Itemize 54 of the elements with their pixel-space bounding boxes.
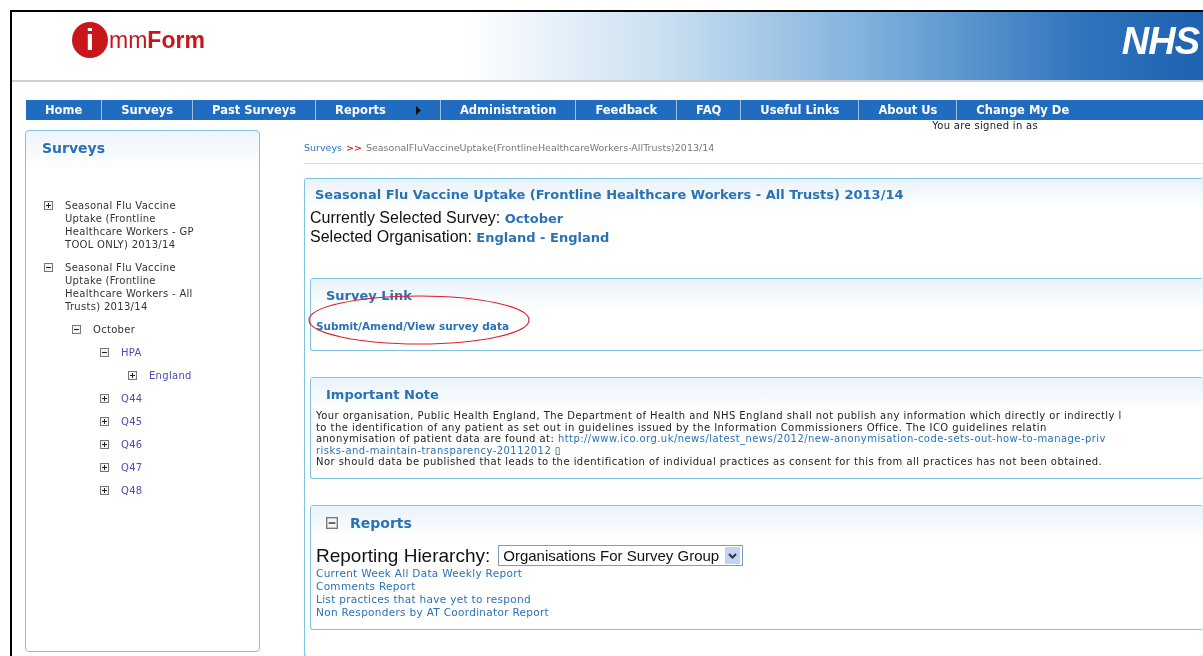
report-link[interactable]: Current Week All Data Weekly Report xyxy=(316,566,1198,580)
nav-item[interactable]: Past Surveys xyxy=(193,100,317,120)
nav-item[interactable]: Useful Links xyxy=(741,100,860,120)
tree-item[interactable]: Q45 xyxy=(121,415,143,428)
collapse-icon[interactable] xyxy=(44,263,53,272)
expand-icon[interactable] xyxy=(100,486,109,495)
note-text: Your organisation, Public Health England, The Department of Health and NHS England shall not publish any information which directly or indirectly l xyxy=(316,410,1123,422)
selected-survey-text: Currently Selected Survey: October xyxy=(310,208,565,227)
immform-logo: i mmForm xyxy=(72,22,205,58)
collapse-icon[interactable] xyxy=(100,348,109,357)
tree-item[interactable]: Q48 xyxy=(121,484,143,497)
tree-item[interactable]: Q47 xyxy=(121,461,143,474)
tree-item[interactable]: Q46 xyxy=(121,438,143,451)
hierarchy-dropdown[interactable]: Organisations For Survey Group xyxy=(498,545,744,566)
nav-item[interactable]: Administration xyxy=(440,100,577,120)
report-link[interactable]: List practices that have yet to respond xyxy=(316,592,1198,606)
signed-in-text: You are signed in as xyxy=(932,120,1038,131)
tree-item[interactable]: England xyxy=(149,369,192,382)
note-text: anonymisation of patient data are found at: http://www.ico.org.uk/news/latest_news/2012/new-anonymisation-code-sets-out-how-to-manage-priv xyxy=(316,433,1107,445)
nav-item[interactable]: Surveys xyxy=(102,100,194,120)
expand-icon[interactable] xyxy=(100,394,109,403)
breadcrumb-link[interactable]: Surveys xyxy=(304,142,342,153)
reporting-hierarchy-label: Reporting Hierarchy: xyxy=(316,544,491,567)
expand-icon[interactable] xyxy=(100,463,109,472)
tree-item[interactable]: October xyxy=(93,323,136,336)
report-link[interactable]: Non Responders by AT Coordinator Report xyxy=(316,605,1198,619)
nav-item[interactable]: About Us xyxy=(859,100,958,120)
section-title: Important Note xyxy=(326,387,439,402)
tree-item[interactable]: HPA xyxy=(121,346,142,359)
nav-item[interactable]: FAQ xyxy=(677,100,742,120)
tree-item[interactable]: Q44 xyxy=(121,392,143,405)
report-link[interactable]: Comments Report xyxy=(316,579,1198,593)
nav-item[interactable]: Home xyxy=(26,100,103,120)
nav-item[interactable]: Change My De xyxy=(957,100,1074,120)
nav-item[interactable]: Reports xyxy=(316,100,441,120)
collapse-icon[interactable] xyxy=(72,325,81,334)
expand-icon[interactable] xyxy=(128,371,137,380)
note-text: risks-and-maintain-transparency-20112012 ▯ xyxy=(316,444,561,456)
tree-item[interactable]: Seasonal Flu Vaccine Uptake (Frontline Healthcare Workers - All Trusts) 2013/14 xyxy=(65,261,215,313)
section-title: Reports xyxy=(350,514,412,531)
note-text: to the identification of any patient as set out in guidelines issued by the Information Commissioners Office. The ICO guidelines relatin xyxy=(316,421,1048,433)
breadcrumb-current: SeasonalFluVaccineUptake(FrontlineHealthcareWorkers-AllTrusts)2013/14 xyxy=(365,142,715,153)
expand-icon[interactable] xyxy=(100,440,109,449)
nhs-logo: NHS xyxy=(1121,20,1199,63)
selected-organisation-text: Selected Organisation: England - England xyxy=(310,227,611,246)
tree-item[interactable]: Seasonal Flu Vaccine Uptake (Frontline Healthcare Workers - GP TOOL ONLY) 2013/14 xyxy=(65,199,215,251)
expand-icon[interactable] xyxy=(100,417,109,426)
nav-item[interactable]: Feedback xyxy=(576,100,678,120)
note-text: Nor should data be published that leads to the identification of individual practices as consent for this from all practices has not been obtained. xyxy=(316,456,1104,468)
sidebar-title: Surveys xyxy=(41,139,107,158)
breadcrumb-separator: >> xyxy=(346,142,362,153)
ico-link[interactable]: http://www.ico.org.uk/news/latest_news/2012/new-anonymisation-code-sets-out-how-to-manage-priv xyxy=(557,433,1106,444)
expand-icon[interactable] xyxy=(44,201,53,210)
ico-link[interactable]: risks-and-maintain-transparency-20112012 xyxy=(316,444,552,456)
